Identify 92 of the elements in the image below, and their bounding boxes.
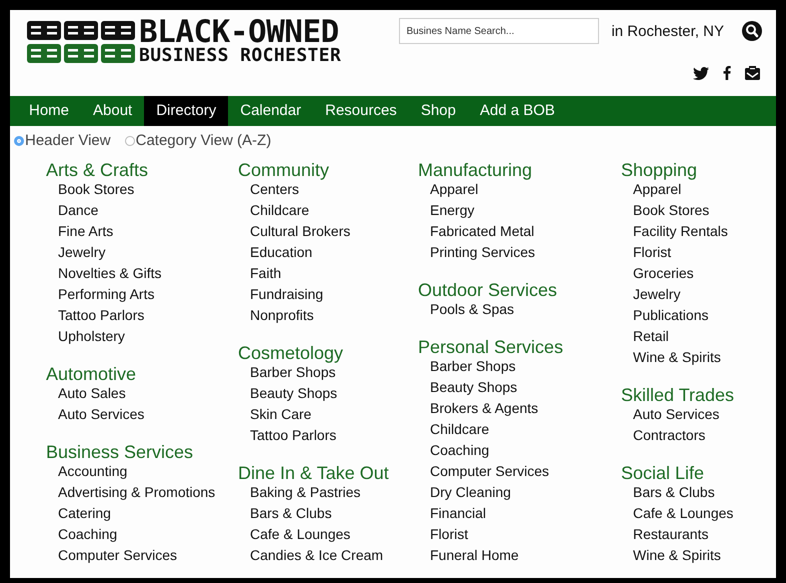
category-link[interactable]: Groceries <box>621 263 734 284</box>
category-heading[interactable]: Cosmetology <box>238 344 418 362</box>
category-link[interactable]: Cultural Brokers <box>238 221 418 242</box>
category-heading[interactable]: Dine In & Take Out <box>238 464 418 482</box>
category-link[interactable]: Book Stores <box>621 200 734 221</box>
category-heading[interactable]: Community <box>238 161 418 179</box>
category-link[interactable]: Coaching <box>418 440 621 461</box>
category-link[interactable]: Childcare <box>418 419 621 440</box>
category-heading[interactable]: Outdoor Services <box>418 281 621 299</box>
category-link[interactable]: Fabricated Metal <box>418 221 621 242</box>
category-heading[interactable]: Shopping <box>621 161 734 179</box>
category-link[interactable]: Dance <box>46 200 238 221</box>
search-icon[interactable] <box>742 21 762 41</box>
category-link[interactable]: Fundraising <box>238 284 418 305</box>
category-heading[interactable]: Skilled Trades <box>621 386 734 404</box>
category-link[interactable]: Tattoo Parlors <box>238 425 418 446</box>
category-link[interactable]: Centers <box>238 179 418 200</box>
category-link[interactable]: Cafe & Lounges <box>621 503 734 524</box>
category-link[interactable]: Retail <box>621 326 734 347</box>
category-heading[interactable]: Business Services <box>46 443 238 461</box>
category-heading[interactable]: Personal Services <box>418 338 621 356</box>
nav-tab[interactable]: Home <box>17 96 82 126</box>
category-link[interactable]: Beauty Shops <box>418 377 621 398</box>
category-link[interactable]: Apparel <box>418 179 621 200</box>
nav-tab[interactable]: Shop <box>408 96 468 126</box>
category-link[interactable]: Jewelry <box>46 242 238 263</box>
category-heading[interactable]: Automotive <box>46 365 238 383</box>
category-link[interactable]: Wine & Spirits <box>621 347 734 368</box>
facebook-icon[interactable] <box>723 66 731 80</box>
category-link[interactable]: Restaurants <box>621 524 734 545</box>
nav-tab[interactable]: Add a BOB <box>468 96 567 126</box>
category-link[interactable]: Candies & Ice Cream <box>238 545 418 566</box>
search-field[interactable]: Busines Name Search... <box>399 18 600 44</box>
category-link[interactable]: Printing Services <box>418 242 621 263</box>
category-link[interactable]: Book Stores <box>46 179 238 200</box>
category-link[interactable]: Auto Services <box>621 404 734 425</box>
category-link[interactable]: Computer Services <box>46 545 238 566</box>
logo-title: BLACK-OWNED <box>139 18 339 46</box>
category-heading[interactable]: Manufacturing <box>418 161 621 179</box>
category-link[interactable]: Catering <box>46 503 238 524</box>
category-link[interactable]: Fine Arts <box>46 221 238 242</box>
category-link[interactable]: Childcare <box>238 200 418 221</box>
category-link[interactable]: Auto Sales <box>46 383 238 404</box>
category-link[interactable]: Advertising & Promotions <box>46 482 238 503</box>
category-link[interactable]: Barber Shops <box>418 356 621 377</box>
category-link[interactable]: Bars & Clubs <box>621 482 734 503</box>
category-link[interactable]: Contractors <box>621 425 734 446</box>
category-link[interactable]: Accounting <box>46 461 238 482</box>
logo-subtitle: BUSINESS ROCHESTER <box>139 46 342 66</box>
category-link[interactable]: Faith <box>238 263 418 284</box>
nav-tab[interactable]: Resources <box>313 96 409 126</box>
category-link[interactable]: Financial <box>418 503 621 524</box>
category-link[interactable]: Tattoo Parlors <box>46 305 238 326</box>
category-link[interactable]: Energy <box>418 200 621 221</box>
category-link[interactable]: Computer Services <box>418 461 621 482</box>
category-link[interactable]: Performing Arts <box>46 284 238 305</box>
category-heading[interactable]: Arts & Crafts <box>46 161 238 179</box>
location-label: in Rochester, NY <box>611 22 724 40</box>
radio-button[interactable] <box>124 136 135 146</box>
category-link[interactable]: Florist <box>418 524 621 545</box>
nav-tab[interactable]: About <box>81 96 144 126</box>
nav-tab[interactable]: Calendar <box>228 96 314 126</box>
logo-icon <box>27 21 135 63</box>
category-link[interactable]: Education <box>238 242 418 263</box>
category-link[interactable]: Skin Care <box>238 404 418 425</box>
category-link[interactable]: Bars & Clubs <box>238 503 418 524</box>
category-heading[interactable]: Social Life <box>621 464 734 482</box>
category-link[interactable]: Coaching <box>46 524 238 545</box>
category-link[interactable]: Cafe & Lounges <box>238 524 418 545</box>
radio-label[interactable]: Header View <box>25 132 111 149</box>
category-link[interactable]: Jewelry <box>621 284 734 305</box>
category-link[interactable]: Apparel <box>621 179 734 200</box>
category-link[interactable]: Pools & Spas <box>418 299 621 320</box>
category-link[interactable]: Florist <box>621 242 734 263</box>
category-link[interactable]: Publications <box>621 305 734 326</box>
category-link[interactable]: Beauty Shops <box>238 383 418 404</box>
radio-button[interactable] <box>14 136 24 146</box>
category-link[interactable]: Facility Rentals <box>621 221 734 242</box>
category-link[interactable]: Dry Cleaning <box>418 482 621 503</box>
category-link[interactable]: Auto Services <box>46 404 238 425</box>
category-link[interactable]: Novelties & Gifts <box>46 263 238 284</box>
category-link[interactable]: Wine & Spirits <box>621 545 734 566</box>
radio-label[interactable]: Category View (A-Z) <box>136 132 272 149</box>
category-link[interactable]: Brokers & Agents <box>418 398 621 419</box>
twitter-icon[interactable] <box>693 66 709 80</box>
category-link[interactable]: Nonprofits <box>238 305 418 326</box>
category-link[interactable]: Baking & Pastries <box>238 482 418 503</box>
category-link[interactable]: Upholstery <box>46 326 238 347</box>
category-link[interactable]: Barber Shops <box>238 362 418 383</box>
nav-tab[interactable]: Directory <box>144 96 228 126</box>
mail-icon[interactable] <box>745 66 760 80</box>
category-link[interactable]: Funeral Home <box>418 545 621 566</box>
